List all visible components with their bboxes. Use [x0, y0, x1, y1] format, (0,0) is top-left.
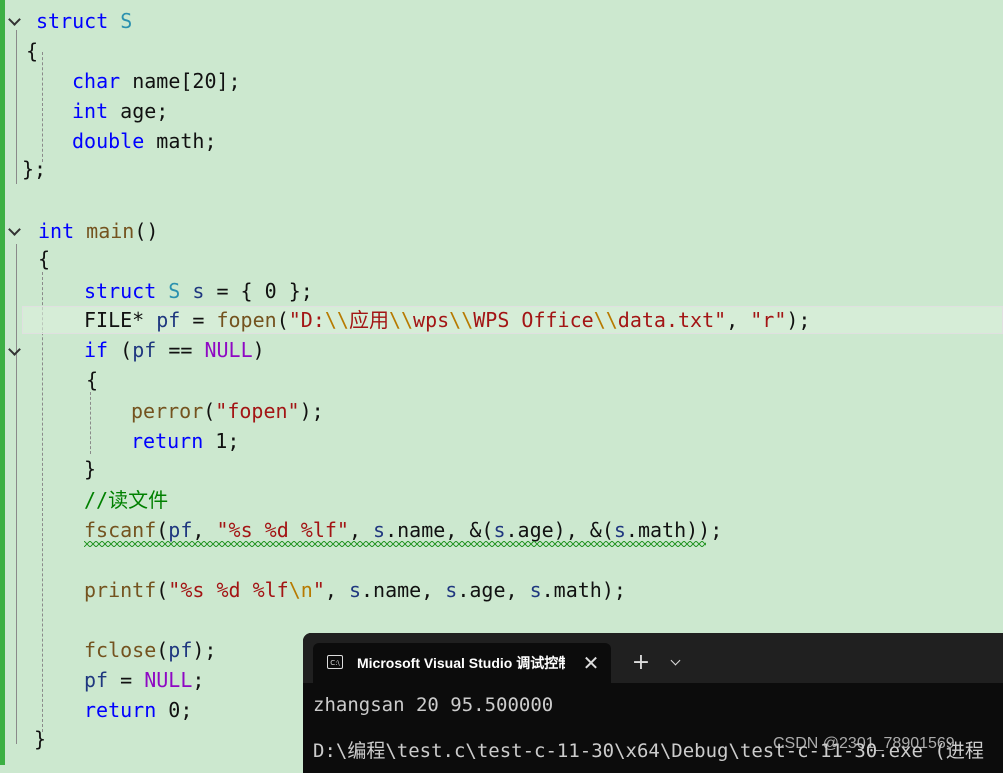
watermark: CSDN @2301_78901569 [773, 735, 955, 752]
fold-guide [16, 244, 17, 744]
code-line: struct S s = { 0 }; [84, 279, 313, 303]
terminal-tab-bar: C:\ Microsoft Visual Studio 调试控制台 ✕ + [303, 633, 1003, 683]
code-line: printf("%s %d %lf\n", s.name, s.age, s.m… [84, 578, 626, 602]
code-line: }; [22, 157, 47, 181]
new-tab-button[interactable]: + [629, 643, 653, 683]
code-line: return 0; [84, 698, 193, 722]
code-line: } [84, 457, 97, 481]
code-line: int main() [38, 219, 159, 243]
code-line: { [86, 368, 99, 392]
code-line: if (pf == NULL) [84, 338, 265, 362]
code-line: FILE* pf = fopen("D:\\应用\\wps\\WPS Offic… [84, 308, 811, 332]
code-line: } [34, 727, 47, 751]
fold-guide [16, 30, 17, 184]
code-line: pf = NULL; [84, 668, 205, 692]
code-line: double math; [72, 129, 217, 153]
code-comment: //读文件 [84, 488, 169, 512]
fold-toggle-icon[interactable] [8, 216, 24, 246]
warning-squiggle[interactable] [84, 541, 706, 547]
indent-guide [90, 392, 91, 454]
code-line: struct S [36, 9, 133, 33]
code-line: perror("fopen"); [131, 399, 324, 423]
indent-guide [42, 52, 43, 162]
terminal-output: zhangsan 20 95.500000 [313, 694, 554, 716]
code-line: { [38, 247, 51, 271]
code-line: { [26, 39, 39, 63]
terminal-tab-title: Microsoft Visual Studio 调试控制台 [357, 655, 565, 671]
code-line: int age; [72, 99, 169, 123]
fold-toggle-icon[interactable] [8, 336, 24, 366]
chevron-down-icon[interactable] [665, 643, 689, 683]
code-line: char name[20]; [72, 69, 241, 93]
code-line: return 1; [131, 429, 240, 453]
fold-toggle-icon[interactable] [8, 6, 24, 36]
close-icon[interactable]: ✕ [581, 643, 601, 683]
indent-guide [42, 272, 43, 732]
console-icon: C:\ [327, 655, 343, 669]
terminal-tab[interactable]: C:\ Microsoft Visual Studio 调试控制台 ✕ [313, 643, 611, 683]
code-line: fclose(pf); [84, 638, 217, 662]
